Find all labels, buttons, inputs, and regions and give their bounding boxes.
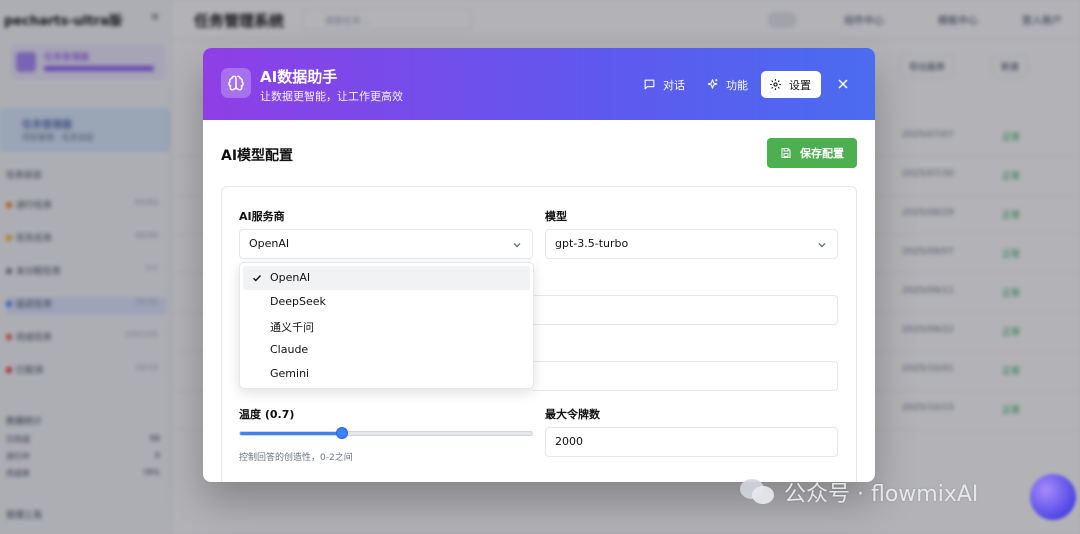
model-value: gpt-3.5-turbo xyxy=(555,237,629,250)
wechat-logo-icon xyxy=(738,477,776,507)
modal-title: AI数据助手 xyxy=(260,68,338,86)
max-tokens-input[interactable]: 2000 xyxy=(545,427,838,457)
option-label: 通义千问 xyxy=(270,321,314,334)
slider-thumb[interactable] xyxy=(335,427,348,439)
temperature-slider[interactable] xyxy=(239,431,533,436)
watermark-text: 公众号 · flowmixAI xyxy=(784,482,979,507)
close-icon xyxy=(838,79,848,89)
api-key-input[interactable] xyxy=(533,295,838,325)
slider-fill xyxy=(240,432,343,435)
temperature-hint: 控制回答的创造性，0-2之间 xyxy=(239,453,353,463)
model-label: 模型 xyxy=(545,210,567,223)
assistant-orb-icon[interactable] xyxy=(1030,474,1076,520)
tab-chat-label: 对话 xyxy=(663,78,685,92)
provider-option-claude[interactable]: Claude xyxy=(243,338,530,362)
provider-dropdown: OpenAI DeepSeek 通义千问 Claude Gemini xyxy=(239,262,534,389)
option-label: Gemini xyxy=(270,367,310,380)
close-button[interactable] xyxy=(833,74,853,94)
option-label: OpenAI xyxy=(270,271,311,284)
provider-value: OpenAI xyxy=(249,237,290,250)
section-title: AI模型配置 xyxy=(221,148,294,164)
temperature-label: 温度 (0.7) xyxy=(239,408,295,421)
provider-select[interactable]: OpenAI xyxy=(239,229,533,259)
save-icon xyxy=(781,148,791,158)
chevron-down-icon xyxy=(818,243,826,248)
modal-subtitle: 让数据更智能，让工作更高效 xyxy=(260,90,403,103)
tab-settings-label: 设置 xyxy=(789,78,811,92)
ai-assistant-modal: AI数据助手 让数据更智能，让工作更高效 对话 功能 设置 AI模型配置 保存配… xyxy=(203,48,875,482)
check-icon xyxy=(253,275,262,282)
api-url-input[interactable] xyxy=(533,361,838,391)
brain-icon xyxy=(221,68,251,98)
save-config-button[interactable]: 保存配置 xyxy=(767,138,857,168)
option-label: Claude xyxy=(270,343,309,356)
tab-features[interactable]: 功能 xyxy=(698,71,756,98)
max-tokens-label: 最大令牌数 xyxy=(545,408,600,421)
sparkle-icon xyxy=(707,79,718,89)
provider-option-tongyi[interactable]: 通义千问 xyxy=(243,314,530,338)
save-config-label: 保存配置 xyxy=(800,147,844,160)
model-select[interactable]: gpt-3.5-turbo xyxy=(545,229,838,259)
provider-label: AI服务商 xyxy=(239,210,285,223)
chat-icon xyxy=(644,79,655,90)
max-tokens-value: 2000 xyxy=(555,435,583,448)
provider-option-deepseek[interactable]: DeepSeek xyxy=(243,290,530,314)
provider-option-openai[interactable]: OpenAI xyxy=(243,266,530,290)
watermark: 公众号 · flowmixAI xyxy=(738,474,978,510)
tab-features-label: 功能 xyxy=(726,78,748,92)
provider-option-gemini[interactable]: Gemini xyxy=(243,362,530,386)
modal-header: AI数据助手 让数据更智能，让工作更高效 对话 功能 设置 xyxy=(203,48,875,120)
tab-chat[interactable]: 对话 xyxy=(635,71,693,98)
option-label: DeepSeek xyxy=(270,295,326,308)
chevron-down-icon xyxy=(513,243,521,248)
gear-icon xyxy=(770,79,781,90)
tab-settings[interactable]: 设置 xyxy=(761,71,821,98)
